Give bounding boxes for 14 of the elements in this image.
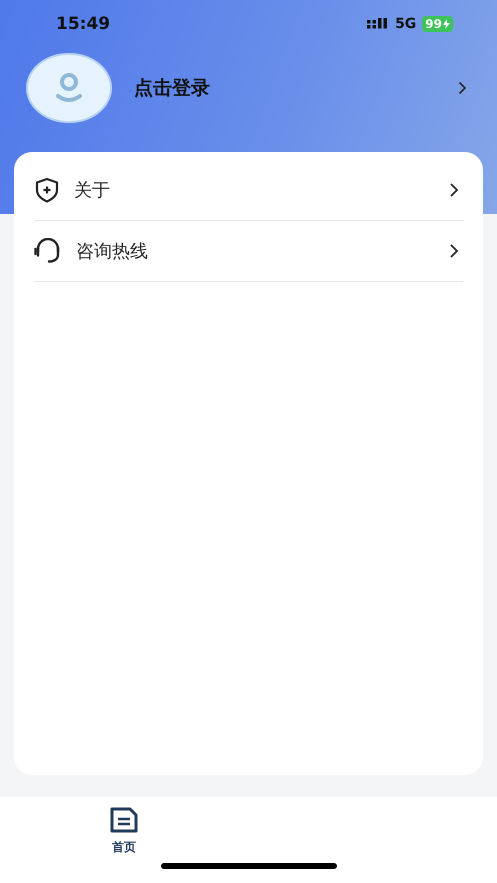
chevron-right-icon[interactable]: [458, 81, 467, 95]
avatar-icon[interactable]: [26, 53, 112, 123]
network-label: 5G: [395, 16, 416, 32]
headset-icon: [34, 238, 62, 264]
login-link[interactable]: 点击登录: [134, 75, 458, 101]
battery-indicator: 99: [422, 16, 453, 32]
shield-plus-icon: [34, 177, 60, 203]
document-icon: [109, 807, 139, 833]
chevron-right-icon: [449, 182, 459, 198]
signal-icon: [367, 18, 390, 30]
menu-item[interactable]: 关于: [34, 160, 463, 221]
status-time: 15:49: [56, 14, 110, 34]
chevron-right-icon: [449, 243, 459, 259]
menu-item[interactable]: 咨询热线: [34, 221, 463, 282]
